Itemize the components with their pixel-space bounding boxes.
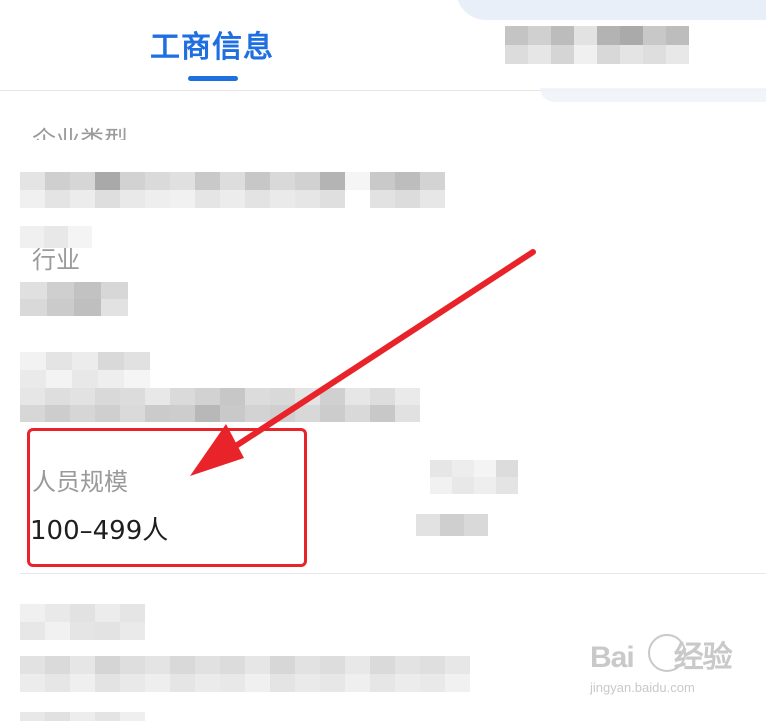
annotation-arrow	[190, 249, 536, 476]
paw-logo-icon	[648, 634, 686, 672]
baidu-jingyan-watermark: Bai 经验 jingyan.baidu.com	[590, 632, 733, 695]
